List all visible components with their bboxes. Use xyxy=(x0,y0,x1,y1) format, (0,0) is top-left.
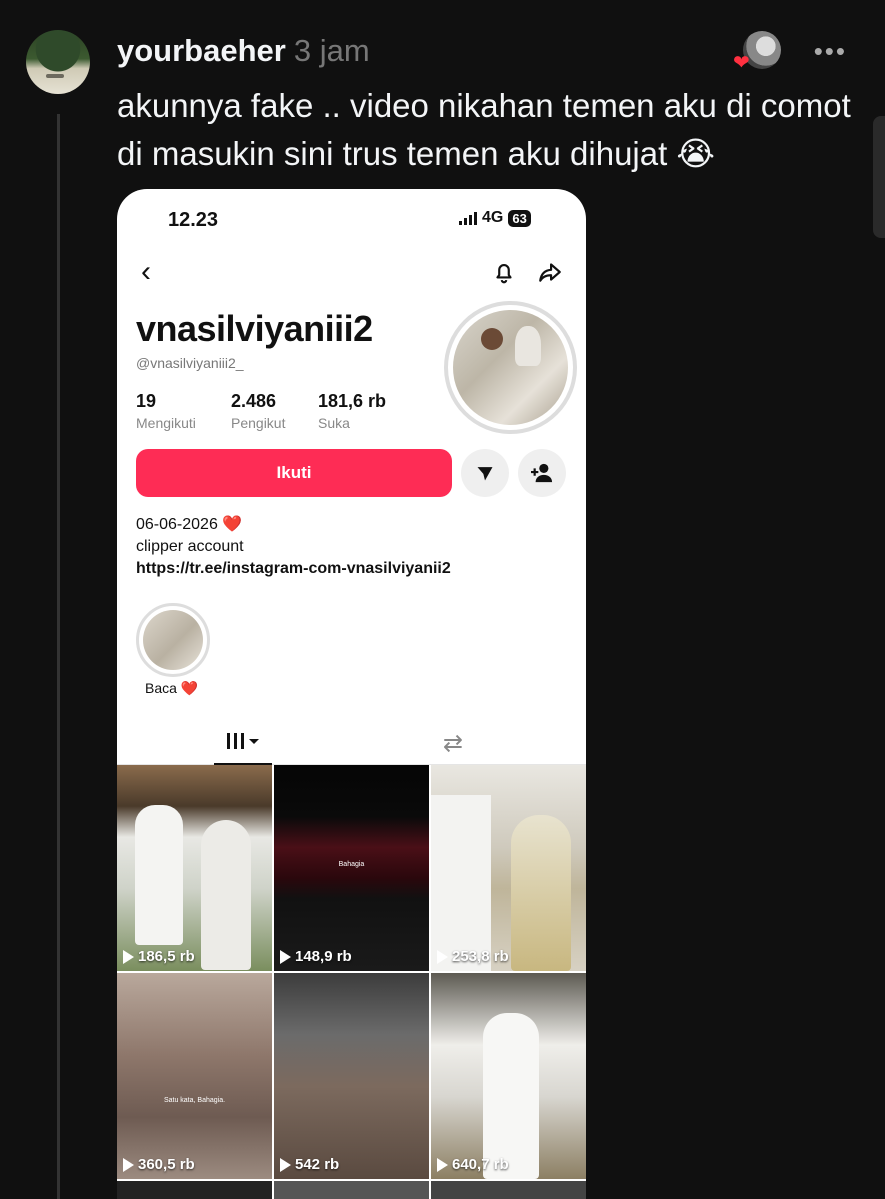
video-grid-icon xyxy=(227,733,259,749)
view-count: 148,9 rb xyxy=(280,948,352,965)
signal-icon xyxy=(459,211,477,225)
network-type: 4G xyxy=(482,209,504,226)
profile-display-name: vnasilviyaniii2 xyxy=(136,308,373,349)
profile-photo[interactable] xyxy=(444,301,577,434)
video-tile[interactable]: 253,8 rb xyxy=(431,765,586,971)
thread-line xyxy=(57,114,60,1199)
username[interactable]: yourbaeher xyxy=(117,33,286,68)
status-time: 12.23 xyxy=(168,209,219,231)
video-overlay-text: Bahagia xyxy=(338,861,365,868)
stat-label: Pengikut xyxy=(231,415,286,431)
post-caption: akunnya fake .. video nikahan temen aku … xyxy=(117,87,851,172)
view-count-text: 542 rb xyxy=(295,1156,340,1173)
story-highlight[interactable] xyxy=(136,603,210,677)
post-header: yourbaeher 3 jam xyxy=(117,33,370,69)
video-tile[interactable]: Satu kata, Bahagia. 360,5 rb xyxy=(117,973,272,1179)
view-count: 360,5 rb xyxy=(123,1156,195,1173)
bell-icon[interactable] xyxy=(491,259,517,285)
battery-icon: 63 xyxy=(508,209,531,227)
play-icon xyxy=(123,1157,134,1172)
bio-line-date: 06-06-2026 ❤️ xyxy=(136,516,243,533)
tab-videos[interactable] xyxy=(214,719,272,765)
more-options-icon[interactable]: ••• xyxy=(814,36,847,67)
highlight-label: Baca ❤️ xyxy=(145,680,199,696)
play-icon xyxy=(437,1157,448,1172)
share-icon[interactable] xyxy=(537,259,563,285)
view-count: 186,5 rb xyxy=(123,948,195,965)
status-indicators: 4G 63 xyxy=(459,209,531,227)
video-tile[interactable]: Bahagia 148,9 rb xyxy=(274,765,429,971)
video-tile[interactable]: 186,5 rb xyxy=(117,765,272,971)
video-grid: 186,5 rb Bahagia 148,9 rb 253,8 rb Satu … xyxy=(117,765,586,1199)
attached-screenshot[interactable]: 12.23 4G 63 ‹ vnasilviyaniii2 @vnasilviy… xyxy=(117,189,586,1199)
stat-label: Suka xyxy=(318,415,350,431)
stat-likes: 181,6 rb Suka xyxy=(318,391,386,431)
play-icon xyxy=(123,949,134,964)
heart-icon: ❤ xyxy=(733,52,750,74)
repost-icon[interactable]: ⇄ xyxy=(443,729,463,758)
stat-following[interactable]: 19 Mengikuti xyxy=(136,391,196,431)
profile-bio: 06-06-2026 ❤️ clipper account https://tr… xyxy=(136,514,451,580)
profile-tabs: ⇄ xyxy=(117,719,586,765)
message-icon[interactable] xyxy=(461,449,509,497)
video-tile[interactable]: 640,7 rb xyxy=(431,973,586,1179)
play-icon xyxy=(280,1157,291,1172)
stat-value: 2.486 xyxy=(231,391,277,411)
view-count: 542 rb xyxy=(280,1156,339,1173)
stat-label: Mengikuti xyxy=(136,415,196,431)
view-count: 253,8 rb xyxy=(437,948,509,965)
play-icon xyxy=(437,949,448,964)
bio-link[interactable]: https://tr.ee/instagram-com-vnasilviyani… xyxy=(136,558,451,580)
video-tile[interactable]: 542 rb xyxy=(274,973,429,1179)
video-tile[interactable] xyxy=(274,1181,429,1199)
video-tile[interactable] xyxy=(431,1181,586,1199)
side-scroll-edge xyxy=(873,116,885,238)
view-count-text: 640,7 rb xyxy=(452,1156,509,1173)
follow-button[interactable]: Ikuti xyxy=(136,449,452,497)
back-icon[interactable]: ‹ xyxy=(141,255,151,289)
stat-followers[interactable]: 2.486 Pengikut xyxy=(231,391,285,431)
video-overlay-text: Satu kata, Bahagia. xyxy=(163,1097,226,1104)
user-avatar[interactable] xyxy=(26,30,90,94)
add-friend-icon[interactable] xyxy=(518,449,566,497)
view-count-text: 186,5 rb xyxy=(138,948,195,965)
play-icon xyxy=(280,949,291,964)
view-count-text: 360,5 rb xyxy=(138,1156,195,1173)
post-time: 3 jam xyxy=(293,33,370,68)
view-count-text: 148,9 rb xyxy=(295,948,352,965)
stat-value: 181,6 rb xyxy=(318,391,387,411)
profile-handle: @vnasilviyaniii2_ xyxy=(136,355,244,371)
view-count-text: 253,8 rb xyxy=(452,948,509,965)
view-count: 640,7 rb xyxy=(437,1156,509,1173)
video-tile[interactable] xyxy=(117,1181,272,1199)
stat-value: 19 xyxy=(136,391,157,411)
bio-line-desc: clipper account xyxy=(136,538,244,555)
